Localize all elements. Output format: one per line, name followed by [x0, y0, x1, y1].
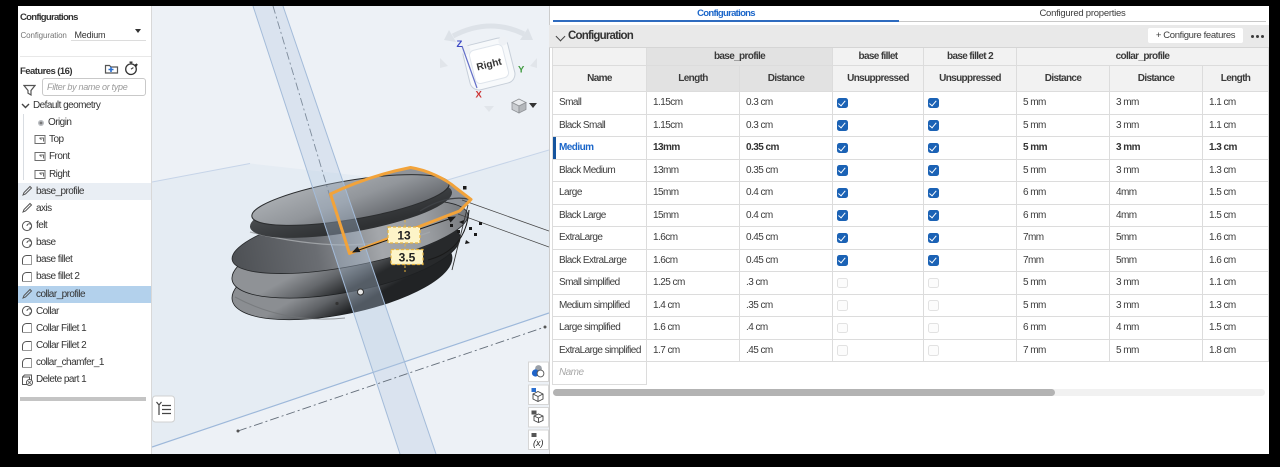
svg-text:Y: Y [518, 65, 525, 76]
svg-text:Z: Z [457, 39, 463, 50]
svg-text:3.5: 3.5 [399, 251, 416, 265]
svg-text:(x): (x) [533, 438, 544, 448]
svg-text:13: 13 [397, 229, 411, 243]
svg-text:X: X [476, 90, 483, 101]
